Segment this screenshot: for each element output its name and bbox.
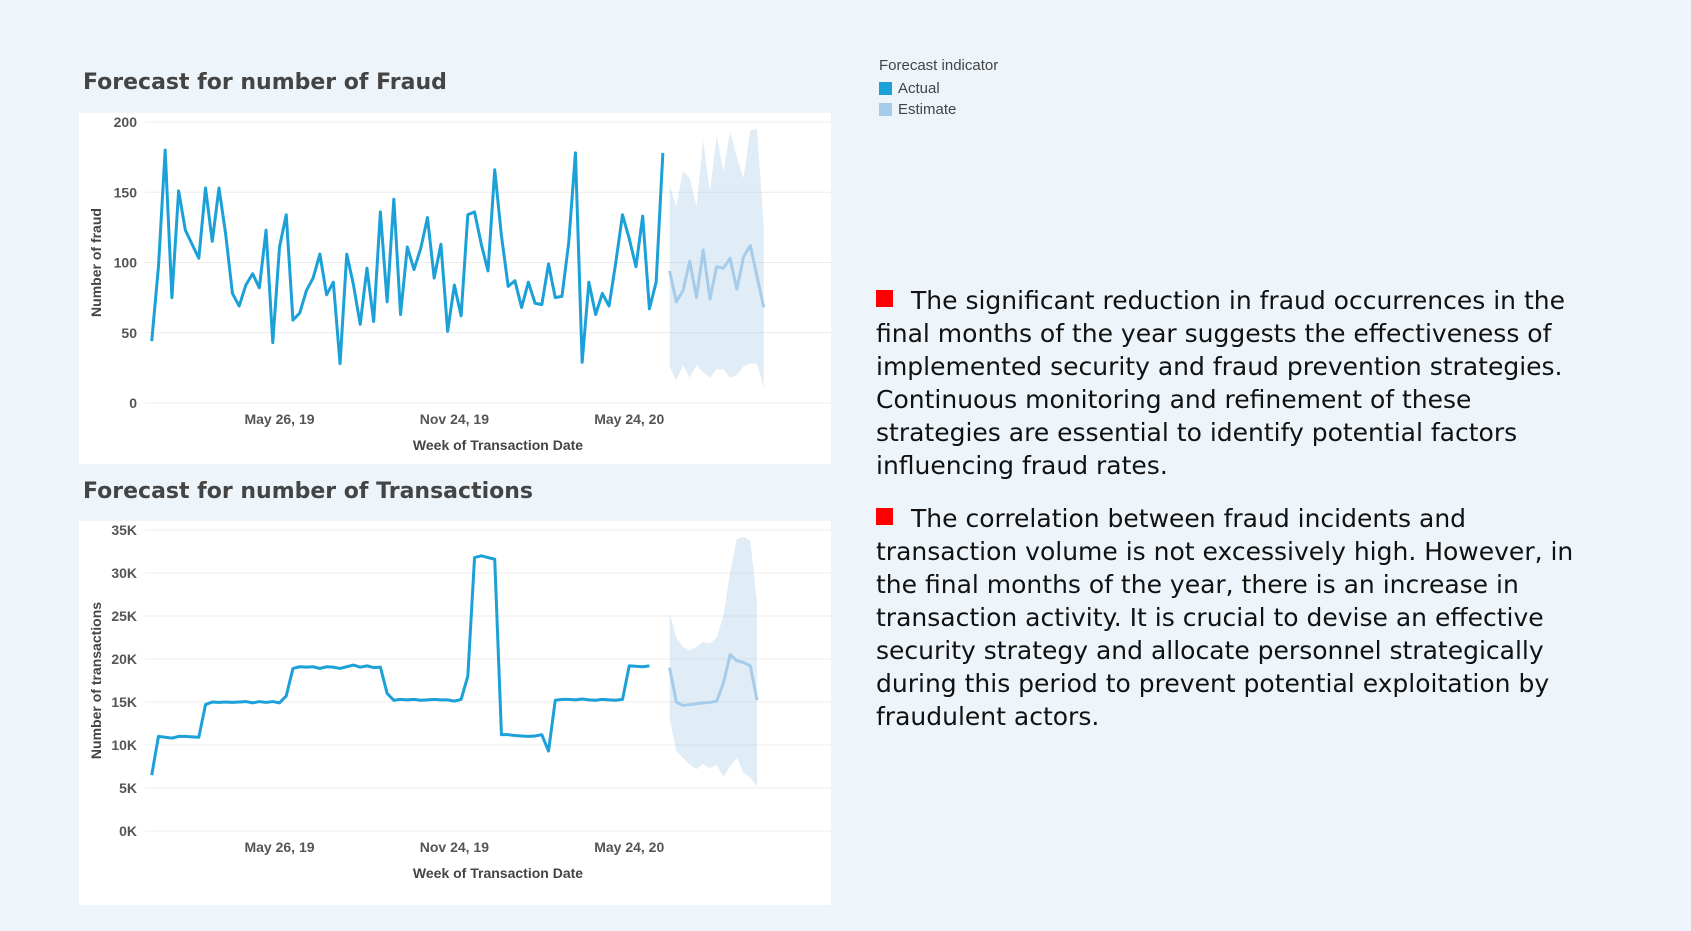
legend-swatch-actual [879,82,892,95]
fraud-actual-line [150,148,665,366]
fraud-forecast-chart[interactable]: 0 50 100 150 200 May 26, 19 Nov 24, 19 May 24, … [79,113,831,464]
legend-item-estimate[interactable]: Estimate [879,99,998,120]
legend-swatch-estimate [879,103,892,116]
transactions-y-tick-label: 25K [111,608,137,624]
bullet-square-icon [876,508,893,525]
transactions-y-tick-label: 30K [111,565,137,581]
fraud-x-axis-title: Week of Transaction Date [413,437,583,453]
fraud-x-tick-label: May 24, 20 [594,411,664,427]
transactions-y-tick-label: 35K [111,522,137,538]
bullet-square-icon [876,290,893,307]
fraud-y-tick-label: 100 [114,255,138,271]
legend-label-estimate: Estimate [898,101,957,118]
legend-title: Forecast indicator [879,57,999,74]
transactions-forecast-chart[interactable]: 0K 5K 10K 15K 20K 25K 30K 35K May 26, 19 Nov 24, … [79,521,831,905]
fraud-x-tick-label: Nov 24, 19 [420,411,489,427]
fraud-y-axis-title: Number of fraud [88,208,104,317]
transactions-chart-title: Forecast for number of Transactions [83,479,534,504]
transactions-x-tick-label: May 24, 20 [594,839,664,855]
fraud-y-tick-label: 200 [114,114,138,130]
fraud-chart-panel: 0 50 100 150 200 May 26, 19 Nov 24, 19 May 24, … [79,113,831,464]
commentary-point-2: The correlation between fraud incidents … [876,502,1596,733]
transactions-y-tick-label: 10K [111,737,137,753]
fraud-estimate-band [669,129,764,388]
fraud-y-tick-label: 50 [121,325,137,341]
transactions-chart-panel: 0K 5K 10K 15K 20K 25K 30K 35K May 26, 19 Nov 24, … [79,521,831,905]
transactions-y-tick-label: 0K [119,823,137,839]
fraud-y-tick-label: 0 [129,395,137,411]
transactions-x-tick-label: May 26, 19 [244,839,314,855]
forecast-legend: Forecast indicator Actual Estimate [879,57,998,120]
commentary-text-1: The significant reduction in fraud occur… [876,286,1565,480]
commentary-point-1: The significant reduction in fraud occur… [876,284,1596,482]
transactions-actual-line [150,554,650,776]
legend-item-actual[interactable]: Actual [879,78,998,99]
transactions-y-tick-label: 15K [111,694,137,710]
transactions-y-tick-label: 5K [119,780,137,796]
transactions-x-tick-label: Nov 24, 19 [420,839,489,855]
commentary: The significant reduction in fraud occur… [876,284,1596,753]
fraud-chart-title: Forecast for number of Fraud [83,70,447,95]
transactions-y-axis-title: Number of transactions [88,602,104,759]
transactions-y-tick-label: 20K [111,651,137,667]
commentary-text-2: The correlation between fraud incidents … [876,504,1574,731]
fraud-y-tick-label: 150 [114,184,138,200]
fraud-x-tick-label: May 26, 19 [244,411,314,427]
transactions-x-axis-title: Week of Transaction Date [413,865,583,881]
legend-label-actual: Actual [898,80,940,97]
